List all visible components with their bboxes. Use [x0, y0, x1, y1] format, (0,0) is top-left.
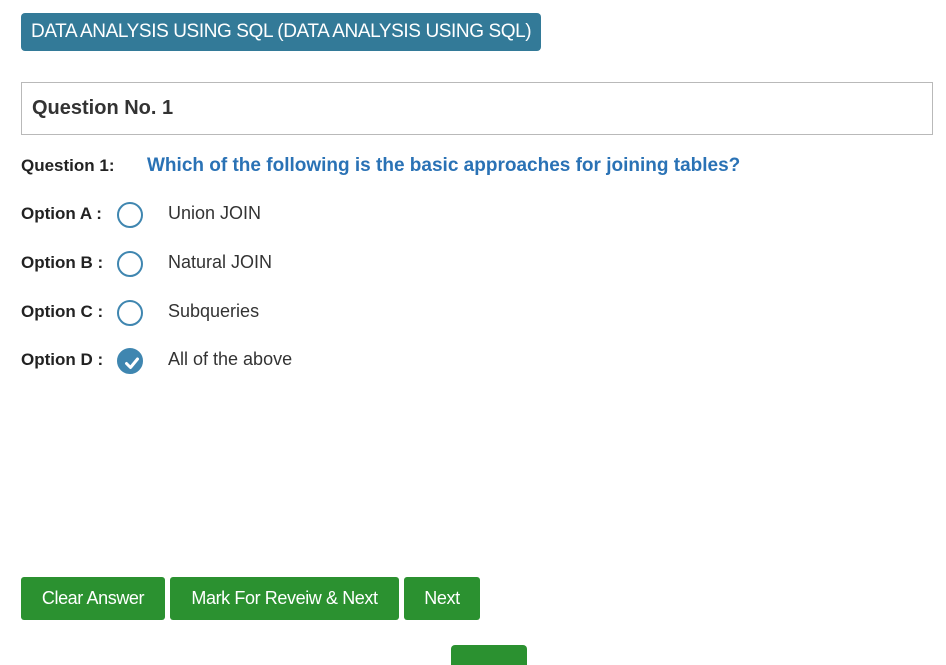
option-b-radio[interactable] — [117, 251, 143, 277]
question-label: Question 1: — [21, 156, 115, 175]
option-text[interactable]: Union JOIN — [168, 203, 261, 224]
option-text[interactable]: All of the above — [168, 349, 292, 370]
checkmark-icon — [125, 357, 139, 369]
option-text[interactable]: Subqueries — [168, 301, 259, 322]
question-number-panel: Question No. 1 — [21, 82, 933, 135]
partially-visible-button[interactable] — [451, 645, 527, 665]
subject-title-badge: DATA ANALYSIS USING SQL (DATA ANALYSIS U… — [21, 13, 542, 51]
clear-answer-button[interactable]: Clear Answer — [21, 577, 165, 620]
option-label: Option D : — [21, 350, 104, 369]
question-number-heading: Question No. 1 — [32, 97, 174, 119]
option-d-radio-checked[interactable] — [117, 348, 143, 374]
mark-for-review-next-button[interactable]: Mark For Reveiw & Next — [170, 577, 399, 620]
option-label: Option A : — [21, 204, 102, 223]
option-a-radio[interactable] — [117, 202, 143, 228]
option-label: Option C : — [21, 302, 104, 321]
option-text[interactable]: Natural JOIN — [168, 252, 272, 273]
next-button[interactable]: Next — [404, 577, 480, 620]
question-text: Which of the following is the basic appr… — [147, 155, 741, 176]
option-label: Option B : — [21, 253, 104, 272]
option-c-radio[interactable] — [117, 300, 143, 326]
